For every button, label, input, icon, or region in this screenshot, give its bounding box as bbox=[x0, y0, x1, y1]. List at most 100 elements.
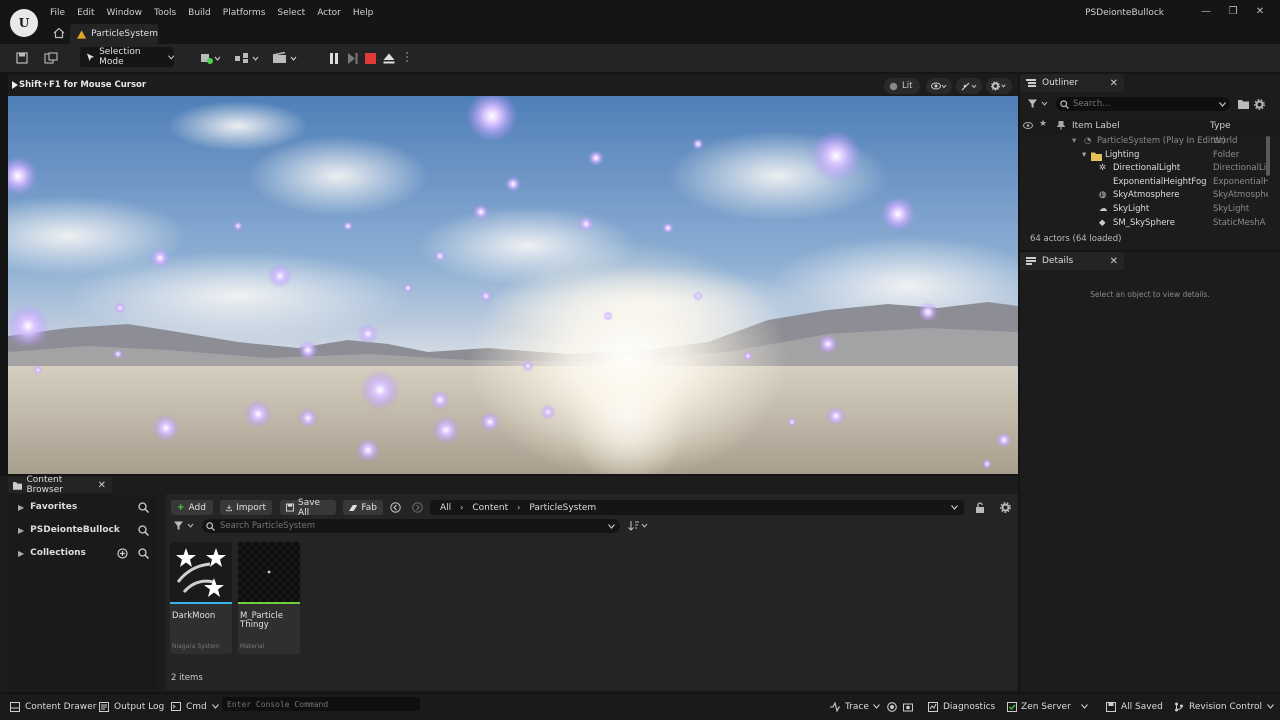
viewport-options-icon[interactable] bbox=[12, 81, 18, 89]
close-icon[interactable]: ✕ bbox=[98, 480, 106, 491]
blueprint-icon[interactable] bbox=[232, 48, 262, 68]
pause-icon[interactable] bbox=[326, 48, 342, 68]
add-folder-icon[interactable] bbox=[1238, 99, 1249, 109]
outliner-row-actor[interactable]: ExponentialHeightFog ExponentialHeightFo… bbox=[1020, 177, 1268, 191]
console-command-input[interactable] bbox=[222, 699, 412, 709]
home-icon[interactable] bbox=[52, 26, 66, 40]
content-drawer-button[interactable]: Content Drawer bbox=[10, 693, 96, 720]
search-icon[interactable] bbox=[138, 502, 149, 513]
outliner-search-box[interactable] bbox=[1056, 97, 1230, 111]
browse-icon[interactable] bbox=[40, 48, 62, 68]
asset-type-stripe bbox=[238, 602, 300, 604]
content-search-input[interactable] bbox=[220, 521, 600, 531]
console-command-box[interactable] bbox=[222, 697, 420, 711]
all-saved-button[interactable]: All Saved bbox=[1106, 693, 1163, 720]
import-button[interactable]: Import bbox=[220, 500, 272, 515]
content-browser-settings-gear-icon[interactable] bbox=[1000, 502, 1011, 513]
filter-icon[interactable] bbox=[174, 521, 196, 531]
menu-help[interactable]: Help bbox=[347, 4, 380, 22]
favorite-star-icon[interactable]: ★ bbox=[1039, 119, 1047, 129]
zen-server-dropdown[interactable]: Zen Server bbox=[1007, 693, 1088, 720]
breadcrumb-chevron-icon[interactable]: › bbox=[517, 503, 520, 512]
save-icon[interactable] bbox=[12, 48, 32, 68]
diagnostics-button[interactable]: Diagnostics bbox=[928, 693, 995, 720]
breadcrumb-item[interactable]: ParticleSystem bbox=[529, 503, 596, 513]
sidebar-item-favorites[interactable]: ▶ Favorites bbox=[18, 502, 77, 512]
outliner-row-folder[interactable]: ▾ Lighting Folder bbox=[1020, 150, 1266, 164]
minimize-button[interactable]: — bbox=[1196, 6, 1216, 22]
outliner-settings-gear-icon[interactable] bbox=[1254, 99, 1265, 110]
content-browser-sidebar bbox=[8, 494, 156, 690]
search-icon[interactable] bbox=[138, 548, 149, 559]
trace-dropdown[interactable]: Trace bbox=[830, 693, 880, 720]
close-window-button[interactable]: ✕ bbox=[1250, 6, 1270, 22]
cinematics-icon[interactable] bbox=[270, 48, 300, 68]
close-icon[interactable]: ✕ bbox=[1110, 78, 1118, 89]
history-back-icon[interactable] bbox=[390, 502, 401, 513]
breadcrumb-item[interactable]: Content bbox=[472, 503, 508, 513]
add-actor-icon[interactable] bbox=[196, 48, 224, 68]
visibility-eye-icon[interactable] bbox=[1023, 122, 1033, 129]
sort-icon[interactable] bbox=[628, 521, 650, 531]
menu-build[interactable]: Build bbox=[182, 4, 217, 22]
outliner-row-world[interactable]: ▾ ◔ ParticleSystem (Play In Editor) Worl… bbox=[1020, 136, 1266, 150]
menu-platforms[interactable]: Platforms bbox=[217, 4, 272, 22]
asset-tile-darkmoon[interactable]: DarkMoon Niagara System bbox=[170, 542, 232, 654]
outliner-tab[interactable]: Outliner ✕ bbox=[1020, 74, 1124, 92]
save-all-button[interactable]: Save All bbox=[280, 498, 336, 518]
add-button[interactable]: + Add bbox=[171, 500, 213, 515]
column-item-label[interactable]: Item Label bbox=[1072, 121, 1120, 131]
show-flags-dropdown[interactable] bbox=[926, 78, 952, 94]
menu-file[interactable]: File bbox=[44, 4, 71, 22]
search-icon[interactable] bbox=[138, 525, 149, 536]
sidebar-item-collections[interactable]: ▶ Collections bbox=[18, 548, 86, 558]
chevron-down-icon[interactable] bbox=[951, 505, 958, 510]
outliner-row-actor[interactable]: ✲ DirectionalLight DirectionalLight bbox=[1020, 163, 1268, 177]
history-forward-icon[interactable] bbox=[412, 502, 423, 513]
unreal-logo-icon[interactable]: U bbox=[10, 9, 38, 37]
menu-select[interactable]: Select bbox=[271, 4, 311, 22]
lit-mode-dropdown[interactable]: Lit bbox=[884, 78, 920, 94]
snap-settings-dropdown[interactable] bbox=[956, 78, 982, 94]
level-viewport[interactable] bbox=[8, 96, 1018, 474]
outliner-row-actor[interactable]: ◆ SM_SkySphere StaticMeshActor bbox=[1020, 218, 1266, 228]
lock-icon[interactable] bbox=[975, 502, 985, 513]
outliner-search-input[interactable] bbox=[1073, 99, 1213, 109]
outliner-row-actor[interactable]: ☁ SkyLight SkyLight bbox=[1020, 204, 1266, 218]
skip-frame-icon[interactable] bbox=[344, 48, 360, 68]
menu-edit[interactable]: Edit bbox=[71, 4, 100, 22]
row-name: SkyLight bbox=[1113, 204, 1150, 214]
record-icon[interactable] bbox=[887, 693, 897, 720]
menu-window[interactable]: Window bbox=[101, 4, 149, 22]
fab-button[interactable]: Fab bbox=[343, 500, 383, 515]
menu-actor[interactable]: Actor bbox=[311, 4, 347, 22]
maximize-button[interactable]: ❐ bbox=[1223, 6, 1243, 22]
asset-tile-material[interactable]: M_Particle Thingy Material bbox=[238, 542, 300, 654]
content-browser-tab[interactable]: Content Browser ✕ bbox=[8, 475, 112, 495]
revision-control-dropdown[interactable]: Revision Control bbox=[1174, 693, 1274, 720]
filter-icon[interactable] bbox=[1028, 99, 1050, 109]
snapshot-icon[interactable] bbox=[903, 693, 913, 720]
diagnostics-label: Diagnostics bbox=[943, 701, 996, 712]
breadcrumb-item[interactable]: All bbox=[440, 503, 451, 513]
selection-mode-dropdown[interactable]: Selection Mode bbox=[80, 47, 174, 67]
eject-icon[interactable] bbox=[380, 48, 398, 68]
outliner-scrollbar[interactable] bbox=[1266, 136, 1270, 176]
add-collection-icon[interactable] bbox=[117, 548, 128, 559]
viewport-settings-dropdown[interactable] bbox=[986, 78, 1012, 94]
output-log-button[interactable]: Output Log bbox=[99, 693, 164, 720]
pin-icon[interactable] bbox=[1057, 121, 1065, 130]
stop-icon[interactable] bbox=[362, 48, 378, 68]
level-tab[interactable]: ParticleSystem bbox=[70, 24, 158, 44]
details-tab[interactable]: Details ✕ bbox=[1020, 252, 1124, 270]
outliner-row-actor[interactable]: ◍ SkyAtmosphere SkyAtmosphere bbox=[1020, 190, 1268, 204]
light-icon: ✲ bbox=[1099, 163, 1107, 173]
content-search-box[interactable] bbox=[202, 519, 620, 533]
breadcrumb-chevron-icon[interactable]: › bbox=[460, 503, 463, 512]
column-type[interactable]: Type bbox=[1210, 121, 1231, 131]
cmd-dropdown[interactable]: Cmd bbox=[171, 693, 219, 720]
menu-tools[interactable]: Tools bbox=[148, 4, 182, 22]
close-icon[interactable]: ✕ bbox=[1110, 256, 1118, 267]
sidebar-item-project[interactable]: ▶ PSDeionteBullock bbox=[18, 525, 120, 535]
scene-render[interactable] bbox=[8, 96, 1018, 474]
